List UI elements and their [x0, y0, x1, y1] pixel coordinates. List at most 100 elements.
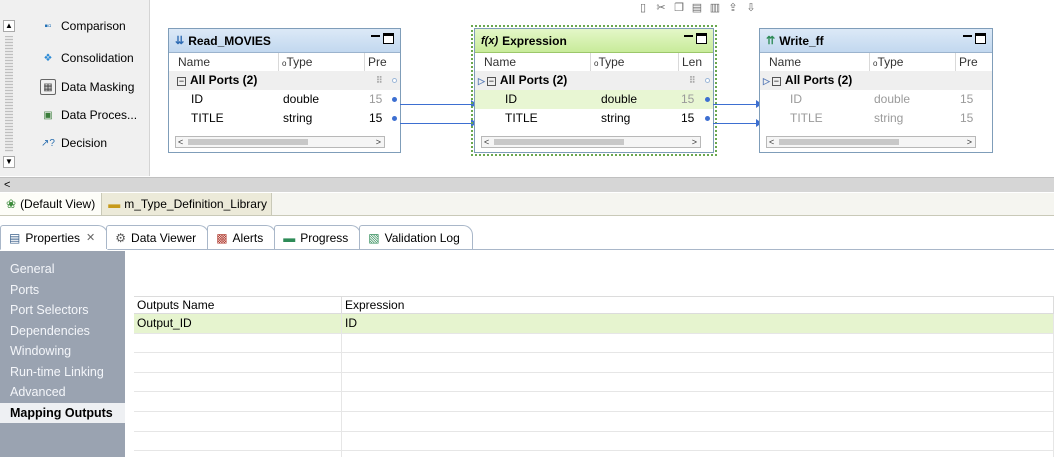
tab-type-definition-library[interactable]: ▬ m_Type_Definition_Library	[102, 193, 273, 215]
validate-icon[interactable]: ⇩	[744, 1, 758, 15]
scroll-right-icon[interactable]: >	[376, 136, 381, 148]
nav-item-dependencies[interactable]: Dependencies	[0, 321, 125, 342]
port-row[interactable]: ID double 15	[760, 90, 992, 109]
port-row[interactable]: ID double 15	[169, 90, 400, 109]
nav-item-mapping-outputs[interactable]: Mapping Outputs	[0, 402, 125, 423]
table-row[interactable]	[134, 333, 1054, 354]
scroll-right-icon[interactable]: >	[967, 136, 972, 148]
nav-item-general[interactable]: General	[0, 259, 125, 280]
scroll-left-icon[interactable]: <	[178, 136, 183, 148]
port-group[interactable]: − All Ports (2) ⠿	[169, 71, 400, 90]
output-name-cell[interactable]: Output_ID	[134, 314, 342, 333]
scroll-left-icon[interactable]: <	[484, 136, 489, 148]
copy-icon[interactable]: ❐	[672, 1, 686, 15]
palette-item-data-masking[interactable]: ▦ Data Masking	[40, 77, 134, 97]
write-ff-transformation[interactable]: ⇈ Write_ff Name oType Pre ▷ − All Ports (2…	[759, 28, 993, 153]
write-header[interactable]: ⇈ Write_ff	[760, 29, 992, 53]
output-port-handle[interactable]	[705, 97, 710, 102]
expression-cell[interactable]: ID	[342, 314, 1054, 333]
export-icon[interactable]: ⇪	[726, 1, 740, 15]
port-link[interactable]	[400, 123, 471, 124]
palette-item-consolidation[interactable]: ❖ Consolidation	[40, 48, 134, 68]
delete-icon[interactable]: ▥	[708, 1, 722, 15]
table-row[interactable]	[134, 451, 1054, 457]
maximize-icon[interactable]	[975, 33, 986, 44]
collapse-icon[interactable]: −	[177, 77, 186, 86]
table-row[interactable]	[134, 392, 1054, 412]
cut-icon[interactable]: ✂	[654, 1, 668, 15]
close-icon[interactable]: ✕	[86, 231, 95, 244]
scroll-thumb[interactable]	[779, 139, 899, 145]
port-row[interactable]: TITLE string 15	[475, 109, 713, 128]
column-header-precision: Pre	[368, 55, 387, 69]
collapse-icon[interactable]: −	[771, 77, 781, 86]
scroll-up-icon[interactable]: ▲	[3, 20, 15, 32]
transformation-hscroll[interactable]: < >	[766, 136, 976, 148]
output-port-handle[interactable]	[392, 97, 397, 102]
column-header-expression[interactable]: Expression	[342, 297, 1054, 314]
palette-scroll-track[interactable]	[5, 36, 13, 152]
palette-item-data-processor[interactable]: ▣ Data Proces...	[40, 105, 137, 125]
output-port-handle[interactable]	[705, 116, 710, 121]
port-group[interactable]: ▷ − All Ports (2)	[760, 71, 992, 90]
minimize-icon[interactable]	[371, 35, 380, 37]
palette-scrollbar[interactable]: ▲ ▼	[3, 6, 15, 172]
output-port-handle[interactable]	[392, 116, 397, 121]
transformation-palette: ▲ ▼ ▪▫ Comparison ❖ Consolidation ▦ Data…	[0, 0, 150, 176]
scroll-down-icon[interactable]: ▼	[3, 156, 15, 168]
port-link[interactable]	[400, 104, 471, 105]
expand-arrow-icon[interactable]: ▷	[478, 72, 485, 91]
collapse-icon[interactable]: −	[486, 77, 496, 86]
nav-item-ports[interactable]: Ports	[0, 280, 125, 301]
expand-arrow-icon[interactable]: ▷	[763, 72, 770, 91]
port-group[interactable]: ▷ − All Ports (2) ⠿	[475, 71, 713, 90]
tab-alerts[interactable]: ▩ Alerts	[207, 225, 277, 249]
group-port-handle[interactable]	[392, 78, 397, 83]
port-link[interactable]	[713, 123, 756, 124]
write-target-icon: ⇈	[766, 35, 776, 47]
minimize-icon[interactable]	[684, 35, 693, 37]
tab-data-viewer[interactable]: ⚙ Data Viewer	[106, 225, 210, 249]
column-header-outputs-name[interactable]: Outputs Name	[134, 297, 342, 314]
group-port-handle[interactable]	[705, 78, 710, 83]
maximize-icon[interactable]	[696, 33, 707, 44]
tab-properties[interactable]: ▤ Properties ✕	[0, 225, 109, 250]
scroll-right-icon[interactable]: >	[692, 136, 697, 148]
scroll-left-icon[interactable]: <	[769, 136, 774, 148]
port-row[interactable]: ID double 15	[475, 90, 713, 109]
read-header[interactable]: ⇊ Read_MOVIES	[169, 29, 400, 53]
port-row[interactable]: TITLE string 15	[760, 109, 992, 128]
expression-transformation[interactable]: f(x) Expression Name oType Len ▷ − All Por…	[471, 25, 717, 156]
scroll-thumb[interactable]	[188, 139, 308, 145]
nav-item-advanced[interactable]: Advanced	[0, 382, 125, 403]
transformation-hscroll[interactable]: < >	[481, 136, 701, 148]
read-movies-transformation[interactable]: ⇊ Read_MOVIES Name oType Pre − All Ports …	[168, 28, 401, 153]
nav-item-run-time-linking[interactable]: Run-time Linking	[0, 362, 125, 383]
palette-item-comparison[interactable]: ▪▫ Comparison	[40, 16, 126, 36]
scroll-thumb[interactable]	[494, 139, 624, 145]
maximize-icon[interactable]	[383, 33, 394, 44]
minimize-icon[interactable]	[963, 35, 972, 37]
transformation-hscroll[interactable]: < >	[175, 136, 385, 148]
table-row[interactable]	[134, 431, 1054, 452]
canvas-hscroll[interactable]: <	[0, 177, 1054, 192]
nav-item-windowing[interactable]: Windowing	[0, 341, 125, 362]
tab-default-view[interactable]: ❀ (Default View)	[0, 193, 103, 215]
expression-header[interactable]: f(x) Expression	[475, 29, 713, 53]
table-row[interactable]: Output_ID ID	[134, 314, 1054, 334]
tab-validation-log[interactable]: ▧ Validation Log	[359, 225, 473, 249]
paste-icon[interactable]: ▤	[690, 1, 704, 15]
scroll-left-icon[interactable]: <	[4, 178, 10, 192]
port-link[interactable]	[713, 104, 756, 105]
mapping-canvas[interactable]: ▯ ✂ ❐ ▤ ▥ ⇪ ⇩ ⇊ Read_MOVIES Name oType P…	[151, 0, 1054, 176]
palette-item-label: Comparison	[61, 19, 126, 33]
table-row[interactable]	[134, 372, 1054, 393]
port-row[interactable]: TITLE string 15	[169, 109, 400, 128]
table-row[interactable]	[134, 353, 1054, 373]
new-icon[interactable]: ▯	[636, 1, 650, 15]
palette-item-decision[interactable]: ↗? Decision	[40, 133, 107, 153]
table-row[interactable]	[134, 411, 1054, 432]
transformation-title: Write_ff	[779, 33, 824, 48]
nav-item-port-selectors[interactable]: Port Selectors	[0, 300, 125, 321]
tab-progress[interactable]: ▬ Progress	[274, 225, 362, 249]
